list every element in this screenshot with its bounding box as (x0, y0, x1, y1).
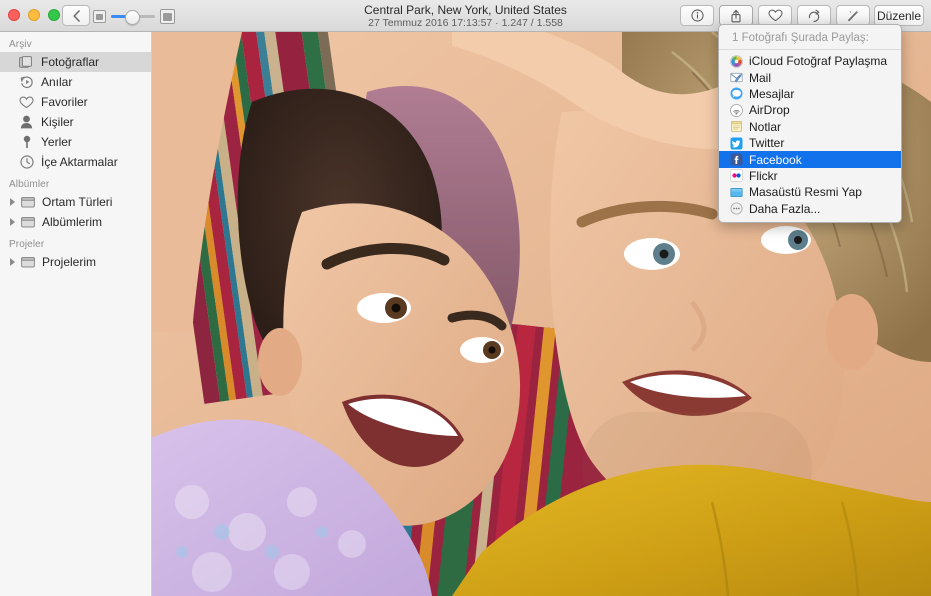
sidebar-item-anılar[interactable]: Anılar (0, 72, 151, 92)
notes-icon (730, 120, 743, 133)
twitter-icon (730, 137, 743, 150)
folder-icon (19, 254, 36, 270)
share-menu-item-label: Notlar (749, 119, 782, 134)
small-photo-icon (93, 9, 106, 23)
sidebar-item-label: Yerler (41, 135, 72, 149)
share-menu-item-mesajlar[interactable]: Mesajlar (719, 86, 901, 102)
flickr-icon (730, 169, 743, 183)
folder-icon (19, 194, 36, 210)
info-button[interactable] (680, 5, 714, 26)
zoom-button[interactable] (48, 9, 60, 21)
share-menu-item-label: Mail (749, 70, 772, 85)
messages-icon (730, 87, 743, 100)
facebook-icon (730, 153, 743, 166)
share-menu-item-twitter[interactable]: Twitter (719, 135, 901, 151)
back-button[interactable] (62, 5, 90, 26)
sidebar-item-label: Ortam Türleri (42, 195, 113, 209)
slider-knob[interactable] (124, 9, 140, 25)
share-menu-item-airdrop[interactable]: AirDrop (719, 102, 901, 118)
sidebar-section-header: Arşiv (9, 39, 32, 50)
icloud-photo-sharing-icon (730, 54, 743, 68)
rotate-icon (807, 9, 821, 23)
disclosure-triangle-icon[interactable] (9, 257, 18, 267)
share-menu-item-label: Daha Fazla... (749, 201, 821, 216)
close-button[interactable] (8, 9, 20, 21)
sidebar-item-label: Favoriler (41, 95, 88, 109)
sidebar-item-ortam-türleri[interactable]: Ortam Türleri (0, 192, 151, 212)
share-menu-item-label: AirDrop (749, 103, 790, 118)
share-icon (730, 9, 742, 23)
share-menu-item-masaüstü-resmi-yap[interactable]: Masaüstü Resmi Yap (719, 184, 901, 200)
pin-icon (18, 134, 35, 150)
folder-icon (19, 214, 36, 230)
heart-icon (767, 9, 783, 22)
share-menu-title: 1 Fotoğrafı Şurada Paylaş: (719, 29, 901, 50)
sidebar-item-yerler[interactable]: Yerler (0, 132, 151, 152)
sidebar-item-albümlerim[interactable]: Albümlerim (0, 212, 151, 232)
magic-wand-icon (846, 9, 860, 23)
sidebar-item-label: Kişiler (41, 115, 74, 129)
airdrop-icon (730, 103, 743, 117)
sidebar-item-fotoğraflar[interactable]: Fotoğraflar (0, 52, 151, 72)
sidebar-section-header: Projeler (9, 239, 45, 250)
share-menu-item-label: Mesajlar (749, 86, 795, 101)
sidebar-section-header: Albümler (9, 179, 50, 190)
sidebar-item-label: Albümlerim (42, 215, 103, 229)
enhance-button[interactable] (836, 5, 870, 26)
sidebar-item-label: Projelerim (42, 255, 97, 269)
share-menu-item-notlar[interactable]: Notlar (719, 119, 901, 135)
thumbnail-size-slider[interactable] (93, 8, 175, 25)
sidebar-item-label: Fotoğraflar (41, 55, 100, 69)
sidebar-item-projelerim[interactable]: Projelerim (0, 252, 151, 272)
disclosure-triangle-icon[interactable] (9, 217, 18, 227)
share-menu-item-label: iCloud Fotoğraf Paylaşma (749, 54, 888, 69)
chevron-left-icon (72, 9, 81, 22)
mail-icon (730, 71, 743, 84)
share-menu-item-mail[interactable]: Mail (719, 69, 901, 85)
photos-app-window: Central Park, New York, United States 27… (0, 0, 931, 596)
sidebar: Arşiv Fotoğraflar Anılar Favoriler Kişiler Ye… (0, 32, 152, 596)
clock-icon (18, 154, 35, 170)
sidebar-item-i-çe-aktarmalar[interactable]: İçe Aktarmalar (0, 152, 151, 172)
info-icon (690, 9, 704, 22)
large-photo-icon (160, 8, 175, 24)
rotate-button[interactable] (797, 5, 831, 26)
disclosure-triangle-icon[interactable] (9, 197, 18, 207)
share-menu-item-label: Masaüstü Resmi Yap (749, 185, 862, 200)
sidebar-item-favoriler[interactable]: Favoriler (0, 92, 151, 112)
favorite-button[interactable] (758, 5, 792, 26)
share-menu-item-label: Twitter (749, 136, 785, 151)
photos-icon (18, 54, 35, 70)
share-menu-item-icloud-fotoğraf-paylaşma[interactable]: iCloud Fotoğraf Paylaşma (719, 53, 901, 69)
sidebar-item-kişiler[interactable]: Kişiler (0, 112, 151, 132)
sidebar-item-label: İçe Aktarmalar (41, 155, 118, 169)
person-icon (18, 114, 35, 130)
sidebar-item-label: Anılar (41, 75, 73, 89)
slider-track[interactable] (111, 9, 155, 25)
share-menu-item-flickr[interactable]: Flickr (719, 168, 901, 184)
share-button[interactable] (719, 5, 753, 26)
window-controls (8, 9, 60, 21)
heart-icon (18, 94, 35, 110)
edit-button[interactable]: Düzenle (874, 5, 924, 26)
desktop-picture-icon (730, 186, 743, 199)
share-menu-item-label: Flickr (749, 168, 778, 183)
minimize-button[interactable] (28, 9, 40, 21)
share-menu-item-facebook[interactable]: Facebook (719, 151, 901, 168)
share-menu-item-label: Facebook (749, 152, 802, 167)
share-menu: 1 Fotoğrafı Şurada Paylaş: iCloud Fotoğr… (718, 24, 902, 223)
more-icon (730, 202, 743, 215)
memories-icon (18, 74, 35, 90)
share-menu-item-daha-fazla[interactable]: Daha Fazla... (719, 201, 901, 217)
